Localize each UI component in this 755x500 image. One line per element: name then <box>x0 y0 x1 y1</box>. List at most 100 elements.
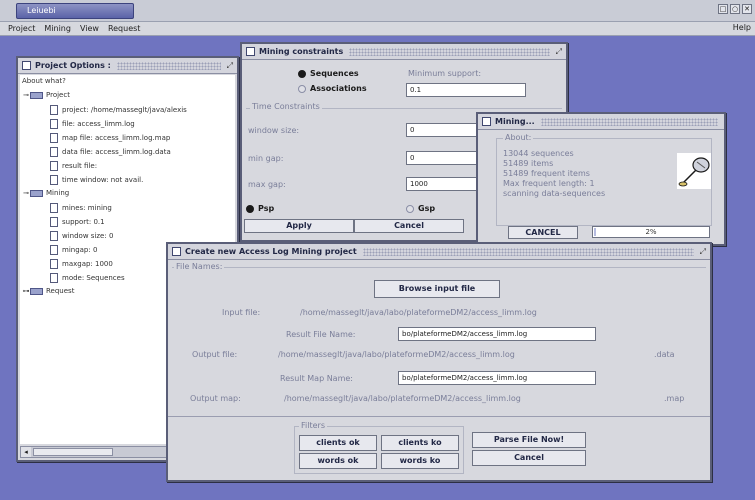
tree-item-label: Project <box>46 91 70 99</box>
tree-item-label: window size: 0 <box>62 232 114 240</box>
file-icon <box>50 259 58 269</box>
radio-associations[interactable] <box>298 85 306 93</box>
tree-leaf[interactable]: file: access_limm.log <box>50 119 135 129</box>
radio-psp[interactable] <box>246 205 254 213</box>
tree-root[interactable]: About what? <box>22 77 66 85</box>
tree-leaf[interactable]: time window: not avail. <box>50 175 143 185</box>
words-ok-button[interactable]: words ok <box>299 453 377 469</box>
titlebar-grip <box>362 247 694 256</box>
titlebar-grip <box>116 61 221 70</box>
project-options-titlebar[interactable]: Project Options : ⤢ <box>18 58 237 74</box>
file-names-label: File Names: <box>174 262 225 271</box>
file-icon <box>50 217 58 227</box>
file-icon <box>50 175 58 185</box>
scrollbar-thumb[interactable] <box>33 448 113 456</box>
cancel-project-button[interactable]: Cancel <box>472 450 586 466</box>
expand-icon[interactable]: ⊸ <box>22 91 30 99</box>
result-file-input[interactable]: bo/plateformeDM2/access_limm.log <box>398 327 596 341</box>
file-icon <box>50 133 58 143</box>
maximize-icon[interactable]: ⤢ <box>227 61 233 71</box>
parse-file-now-button[interactable]: Parse File Now! <box>472 432 586 448</box>
mining-constraints-titlebar[interactable]: Mining constraints ⤢ <box>242 44 566 60</box>
mining-progress-titlebar[interactable]: Mining... <box>478 114 724 130</box>
folder-icon <box>30 91 43 99</box>
max-gap-label: max gap: <box>248 180 286 189</box>
menu-project[interactable]: Project <box>8 24 35 33</box>
tree-item-label: mode: Sequences <box>62 274 125 282</box>
window-controls: □ ○ ✕ <box>718 4 752 14</box>
tree-leaf[interactable]: window size: 0 <box>50 231 113 241</box>
maximize-icon[interactable]: ○ <box>730 4 740 14</box>
expand-icon[interactable]: ⊶ <box>22 287 30 295</box>
tree-folder[interactable]: ⊸ Mining <box>22 189 69 197</box>
apply-button[interactable]: Apply <box>244 219 354 233</box>
file-icon <box>50 105 58 115</box>
file-icon <box>50 245 58 255</box>
access-log-project-window: Create new Access Log Mining project ⤢ F… <box>166 242 712 482</box>
radio-sequences[interactable] <box>298 70 306 78</box>
file-icon <box>50 119 58 129</box>
access-log-titlebar[interactable]: Create new Access Log Mining project ⤢ <box>168 244 710 260</box>
window-icon <box>172 247 181 256</box>
tree-leaf[interactable]: support: 0.1 <box>50 217 105 227</box>
menu-request[interactable]: Request <box>108 24 141 33</box>
tree-item-label: About what? <box>22 77 66 85</box>
tree-item-label: Mining <box>46 189 70 197</box>
tree-leaf[interactable]: project: /home/masseglt/java/alexis <box>50 105 187 115</box>
words-ko-button[interactable]: words ko <box>381 453 459 469</box>
radio-gsp[interactable] <box>406 205 414 213</box>
maximize-icon[interactable]: ⤢ <box>556 47 562 57</box>
filters-label: Filters <box>299 421 327 430</box>
browse-input-file-button[interactable]: Browse input file <box>374 280 500 298</box>
close-icon[interactable]: ✕ <box>742 4 752 14</box>
input-file-value: /home/masseglt/java/labo/plateformeDM2/a… <box>300 308 537 317</box>
clients-ko-button[interactable]: clients ko <box>381 435 459 451</box>
cancel-button[interactable]: Cancel <box>354 219 464 233</box>
tree-leaf[interactable]: map file: access_limm.log.map <box>50 133 170 143</box>
tree-item-label: data file: access_limm.log.data <box>62 148 171 156</box>
expand-icon[interactable]: ⊸ <box>22 189 30 197</box>
min-support-input[interactable]: 0.1 <box>406 83 526 97</box>
tree-leaf[interactable]: mode: Sequences <box>50 273 125 283</box>
min-gap-label: min gap: <box>248 154 284 163</box>
app-title: Leiuebi <box>27 6 56 15</box>
progress-percent: 2% <box>645 228 657 236</box>
file-icon <box>50 161 58 171</box>
divider <box>168 416 710 417</box>
app-title-tab[interactable]: Leiuebi <box>16 3 134 19</box>
about-label: About: <box>503 133 534 142</box>
app-titlebar: Leiuebi □ ○ ✕ <box>0 0 755 22</box>
scroll-left-icon[interactable]: ◂ <box>21 447 31 457</box>
mining-progress-bar: 2% <box>592 226 710 238</box>
tree-item-label: Request <box>46 287 75 295</box>
menu-mining[interactable]: Mining <box>44 24 71 33</box>
tree-leaf[interactable]: data file: access_limm.log.data <box>50 147 171 157</box>
clients-ok-button[interactable]: clients ok <box>299 435 377 451</box>
tree-leaf[interactable]: maxgap: 1000 <box>50 259 113 269</box>
tree-item-label: project: /home/masseglt/java/alexis <box>62 106 187 114</box>
menu-help[interactable]: Help <box>733 23 751 32</box>
output-map-ext: .map <box>664 394 685 403</box>
associations-label: Associations <box>310 84 367 93</box>
file-icon <box>50 273 58 283</box>
tree-item-label: maxgap: 1000 <box>62 260 113 268</box>
tree-leaf[interactable]: mingap: 0 <box>50 245 97 255</box>
tree-leaf[interactable]: mines: mining <box>50 203 112 213</box>
result-file-label: Result File Name: <box>286 330 356 339</box>
tree-leaf[interactable]: result file: <box>50 161 97 171</box>
menubar: Project Mining View Request Help <box>0 22 755 36</box>
titlebar-grip <box>540 117 718 126</box>
tree-folder[interactable]: ⊸ Project <box>22 91 70 99</box>
result-map-input[interactable]: bo/plateformeDM2/access_limm.log <box>398 371 596 385</box>
cancel-mining-button[interactable]: CANCEL <box>508 226 578 239</box>
menu-view[interactable]: View <box>80 24 99 33</box>
output-file-ext: .data <box>654 350 675 359</box>
min-support-label: Minimum support: <box>408 69 482 78</box>
maximize-icon[interactable]: ⤢ <box>700 247 706 257</box>
filters-group: Filters clients ok clients ko words ok w… <box>294 421 464 474</box>
minimize-icon[interactable]: □ <box>718 4 728 14</box>
tree-folder[interactable]: ⊶ Request <box>22 287 75 295</box>
mining-progress-title: Mining... <box>495 117 535 126</box>
stat-line: scanning data-sequences <box>503 189 606 198</box>
access-log-title: Create new Access Log Mining project <box>185 247 357 256</box>
